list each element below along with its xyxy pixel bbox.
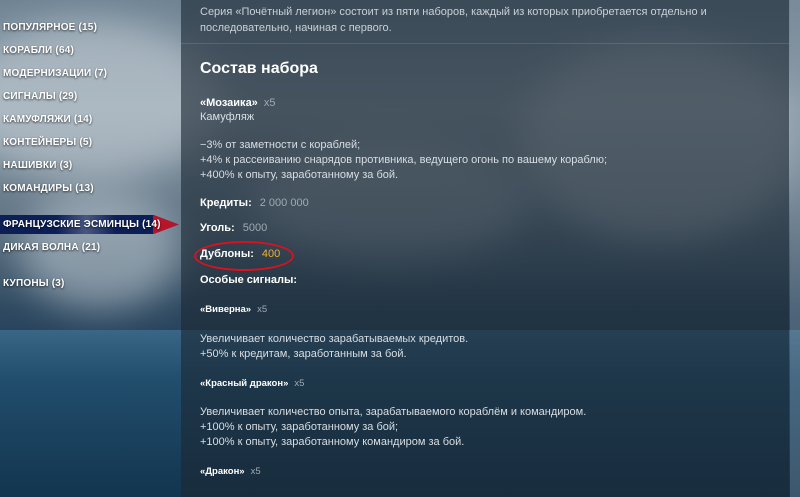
special-signals-title: Особые сигналы: <box>200 274 298 286</box>
camo-name: «Мозаика» <box>200 97 258 109</box>
sidebar-item-patches[interactable]: НАШИВКИ (3) <box>3 160 72 171</box>
series-description: Серия «Почётный легион» состоит из пяти … <box>200 6 707 34</box>
sidebar-item-camouflage[interactable]: КАМУФЛЯЖИ (14) <box>3 114 92 125</box>
signal-qty: x5 <box>250 466 261 477</box>
bundle-details-panel: Серия «Почётный легион» состоит из пяти … <box>181 0 789 497</box>
sidebar-item-coupons[interactable]: КУПОНЫ (3) <box>3 278 65 289</box>
camo-effect: +4% к рассеиванию снарядов противника, в… <box>200 154 608 166</box>
camo-type: Камуфляж <box>200 111 255 123</box>
sidebar-item-signals[interactable]: СИГНАЛЫ (29) <box>3 91 77 102</box>
credits-row: Кредиты: 2 000 000 <box>200 196 309 211</box>
signal-name: «Виверна» <box>200 304 252 315</box>
signal-effect: +100% к опыту, заработанному командиром … <box>200 436 465 448</box>
signal-effect: Увеличивает количество опыта, зарабатыва… <box>200 406 587 418</box>
sidebar-item-wild-wave[interactable]: ДИКАЯ ВОЛНА (21) <box>3 242 100 253</box>
coal-label: Уголь: <box>200 222 235 234</box>
sidebar-item-label: ФРАНЦУЗСКИЕ ЭСМИНЦЫ (14) <box>3 219 161 230</box>
sidebar-item-containers[interactable]: КОНТЕЙНЕРЫ (5) <box>3 137 92 148</box>
coal-row: Уголь: 5000 <box>200 221 267 236</box>
sidebar-item-commanders[interactable]: КОМАНДИРЫ (13) <box>3 183 94 194</box>
divider <box>181 43 789 44</box>
signal-effect: +50% к кредитам, заработанным за бой. <box>200 348 407 360</box>
camo-qty: x5 <box>263 97 276 109</box>
camo-title: «Мозаика» x5 <box>200 96 275 111</box>
sidebar-item-french-destroyers[interactable]: ФРАНЦУЗСКИЕ ЭСМИНЦЫ (14) <box>0 215 179 234</box>
signal-effect: +100% к опыту, заработанному за бой; <box>200 421 399 433</box>
sidebar-item-upgrades[interactable]: МОДЕРНИЗАЦИИ (7) <box>3 68 107 79</box>
doubloons-label: Дублоны: <box>200 248 254 260</box>
credits-label: Кредиты: <box>200 197 252 209</box>
signal-title: «Виверна» x5 <box>200 302 267 317</box>
credits-value: 2 000 000 <box>259 197 309 209</box>
scrollbar[interactable] <box>790 0 800 497</box>
coal-value: 5000 <box>242 222 268 234</box>
doubloons-value: 400 <box>261 248 281 260</box>
signal-title: «Красный дракон» x5 <box>200 376 304 391</box>
doubloons-row: Дублоны: 400 <box>200 247 280 262</box>
camo-effect: +400% к опыту, заработанному за бой. <box>200 169 399 181</box>
signal-effect: Увеличивает количество зарабатываемых кр… <box>200 333 469 345</box>
sidebar-item-ships[interactable]: КОРАБЛИ (64) <box>3 45 74 56</box>
section-title: Состав набора <box>200 60 318 77</box>
camo-effect: −3% от заметности с кораблей; <box>200 139 361 151</box>
signal-name: «Дракон» <box>200 466 245 477</box>
category-sidebar: ПОПУЛЯРНОЕ (15) КОРАБЛИ (64) МОДЕРНИЗАЦИ… <box>0 0 180 497</box>
signal-qty: x5 <box>294 378 305 389</box>
signal-qty: x5 <box>257 304 268 315</box>
signal-title: «Дракон» x5 <box>200 464 261 479</box>
signal-name: «Красный дракон» <box>200 378 289 389</box>
sidebar-item-popular[interactable]: ПОПУЛЯРНОЕ (15) <box>3 22 97 33</box>
